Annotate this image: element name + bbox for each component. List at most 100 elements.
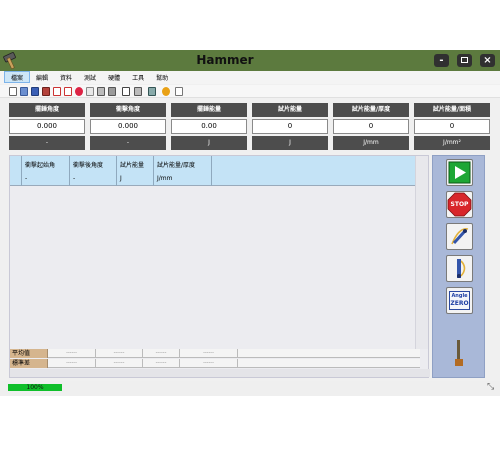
- stat-value: ------: [96, 349, 143, 358]
- stat-value: ------: [48, 359, 96, 368]
- new-file-icon[interactable]: [9, 87, 17, 96]
- stat-value: ------: [143, 359, 180, 368]
- document-icon[interactable]: [134, 87, 142, 96]
- title-bar[interactable]: Hammer - ×: [0, 50, 500, 71]
- result-value: 0.000: [9, 119, 85, 134]
- results-strip: 擺錘角度 0.000 - 衝擊角度 0.000 - 擺錘能量 0.00 J 試片…: [9, 103, 493, 151]
- save-as-icon[interactable]: [42, 87, 50, 96]
- pdf-icon[interactable]: [64, 87, 72, 96]
- result-specimen-energy: 試片能量 0 J: [252, 103, 328, 151]
- grid-header: 衝擊起始角 - 衝擊後角度 - 試片能量 J 試片能量/厚度 J/mm: [10, 156, 415, 186]
- result-value: 0.00: [171, 119, 247, 134]
- app-window: Hammer - × 檔案 編輯 資料 測試 硬體 工具 幫助 擺錘角度 0.0…: [0, 50, 500, 396]
- maximize-button[interactable]: [457, 54, 472, 67]
- menu-hardware[interactable]: 硬體: [102, 71, 126, 83]
- stat-value: ------: [180, 359, 238, 368]
- exit-icon[interactable]: [175, 87, 183, 96]
- angle-zero-line1: Angle: [451, 293, 468, 299]
- stat-value: ------: [180, 349, 238, 358]
- menu-data[interactable]: 資料: [54, 71, 78, 83]
- resize-grip-icon[interactable]: ⤡: [487, 382, 494, 392]
- start-button[interactable]: [446, 159, 473, 186]
- column-unit: J: [120, 175, 122, 182]
- angle-zero-line2: ZERO: [450, 300, 469, 307]
- page-icon[interactable]: [122, 87, 130, 96]
- column-header[interactable]: 試片能量/厚度 J/mm: [154, 156, 212, 186]
- settings-icon[interactable]: [75, 87, 83, 96]
- stat-row-mean: 平均值 ------ ------ ------ ------: [10, 349, 420, 358]
- horizontal-scrollbar[interactable]: [10, 369, 430, 377]
- result-unit: J/mm: [333, 136, 409, 150]
- column-label: 試片能量/厚度: [157, 162, 196, 169]
- angle-zero-button[interactable]: Angle ZERO: [446, 287, 473, 314]
- result-unit: -: [9, 136, 85, 150]
- result-label: 試片能量/面積: [414, 103, 490, 117]
- menu-bar: 檔案 編輯 資料 測試 硬體 工具 幫助: [0, 71, 500, 84]
- stat-row-stddev: 標準差 ------ ------ ------ ------: [10, 359, 420, 368]
- result-label: 試片能量: [252, 103, 328, 117]
- result-label: 擺錘能量: [171, 103, 247, 117]
- column-header[interactable]: 衝擊起始角 -: [22, 156, 70, 186]
- edit-icon[interactable]: [108, 87, 116, 96]
- result-value: 0: [414, 119, 490, 134]
- menu-test[interactable]: 測試: [78, 71, 102, 83]
- result-value: 0.000: [90, 119, 166, 134]
- export-icon[interactable]: [53, 87, 61, 96]
- result-label: 擺錘角度: [9, 103, 85, 117]
- pendulum-button[interactable]: [446, 223, 473, 250]
- link-icon[interactable]: [148, 87, 156, 96]
- column-label: 衝擊起始角: [25, 162, 56, 169]
- scissors-icon[interactable]: [97, 87, 105, 96]
- column-unit: J/mm: [157, 175, 173, 182]
- result-label: 試片能量/厚度: [333, 103, 409, 117]
- open-file-icon[interactable]: [20, 87, 28, 96]
- row-selector-header: [10, 156, 22, 186]
- column-header[interactable]: 衝擊後角度 -: [70, 156, 117, 186]
- menu-edit[interactable]: 編輯: [30, 71, 54, 83]
- side-tool-panel: STOP Angle ZERO: [432, 155, 485, 378]
- stat-label: 標準差: [10, 359, 48, 368]
- menu-help[interactable]: 幫助: [150, 71, 174, 83]
- calibrate-button[interactable]: [446, 255, 473, 282]
- start-icon: [448, 161, 471, 184]
- result-impact-angle: 衝擊角度 0.000 -: [90, 103, 166, 151]
- stat-value: ------: [143, 349, 180, 358]
- menu-file[interactable]: 檔案: [4, 71, 31, 83]
- result-energy-per-area: 試片能量/面積 0 J/mm²: [414, 103, 490, 151]
- result-unit: J: [171, 136, 247, 150]
- column-label: 試片能量: [120, 162, 145, 169]
- column-header[interactable]: 試片能量 J: [117, 156, 154, 186]
- column-label: 衝擊後角度: [73, 162, 104, 169]
- window-title: Hammer: [196, 53, 254, 67]
- result-value: 0: [252, 119, 328, 134]
- help-icon[interactable]: [162, 87, 170, 96]
- stop-button[interactable]: STOP: [446, 191, 473, 218]
- stop-label: STOP: [450, 201, 469, 208]
- angle-zero-icon: Angle ZERO: [449, 291, 470, 310]
- column-unit: -: [73, 175, 76, 182]
- close-button[interactable]: ×: [480, 54, 495, 67]
- result-unit: J/mm²: [414, 136, 490, 150]
- column-unit: -: [25, 175, 28, 182]
- result-value: 0: [333, 119, 409, 134]
- menu-tools[interactable]: 工具: [126, 71, 150, 83]
- stat-label: 平均值: [10, 349, 48, 358]
- data-grid[interactable]: 衝擊起始角 - 衝擊後角度 - 試片能量 J 試片能量/厚度 J/mm 平均值 …: [9, 155, 430, 378]
- save-icon[interactable]: [31, 87, 39, 96]
- vertical-scrollbar[interactable]: [415, 156, 428, 349]
- pendulum-status-icon: [455, 340, 463, 366]
- statistics-rows: 平均值 ------ ------ ------ ------ 標準差 ----…: [10, 349, 430, 369]
- print-icon[interactable]: [86, 87, 94, 96]
- result-energy-per-thickness: 試片能量/厚度 0 J/mm: [333, 103, 409, 151]
- progress-bar: 100%: [8, 384, 62, 391]
- result-pendulum-energy: 擺錘能量 0.00 J: [171, 103, 247, 151]
- minimize-button[interactable]: -: [434, 54, 449, 67]
- toolbar: [0, 85, 500, 98]
- result-unit: -: [90, 136, 166, 150]
- calibrate-icon: [457, 259, 466, 278]
- result-label: 衝擊角度: [90, 103, 166, 117]
- result-pendulum-angle: 擺錘角度 0.000 -: [9, 103, 85, 151]
- stat-value: ------: [48, 349, 96, 358]
- pendulum-icon: [451, 228, 469, 245]
- result-unit: J: [252, 136, 328, 150]
